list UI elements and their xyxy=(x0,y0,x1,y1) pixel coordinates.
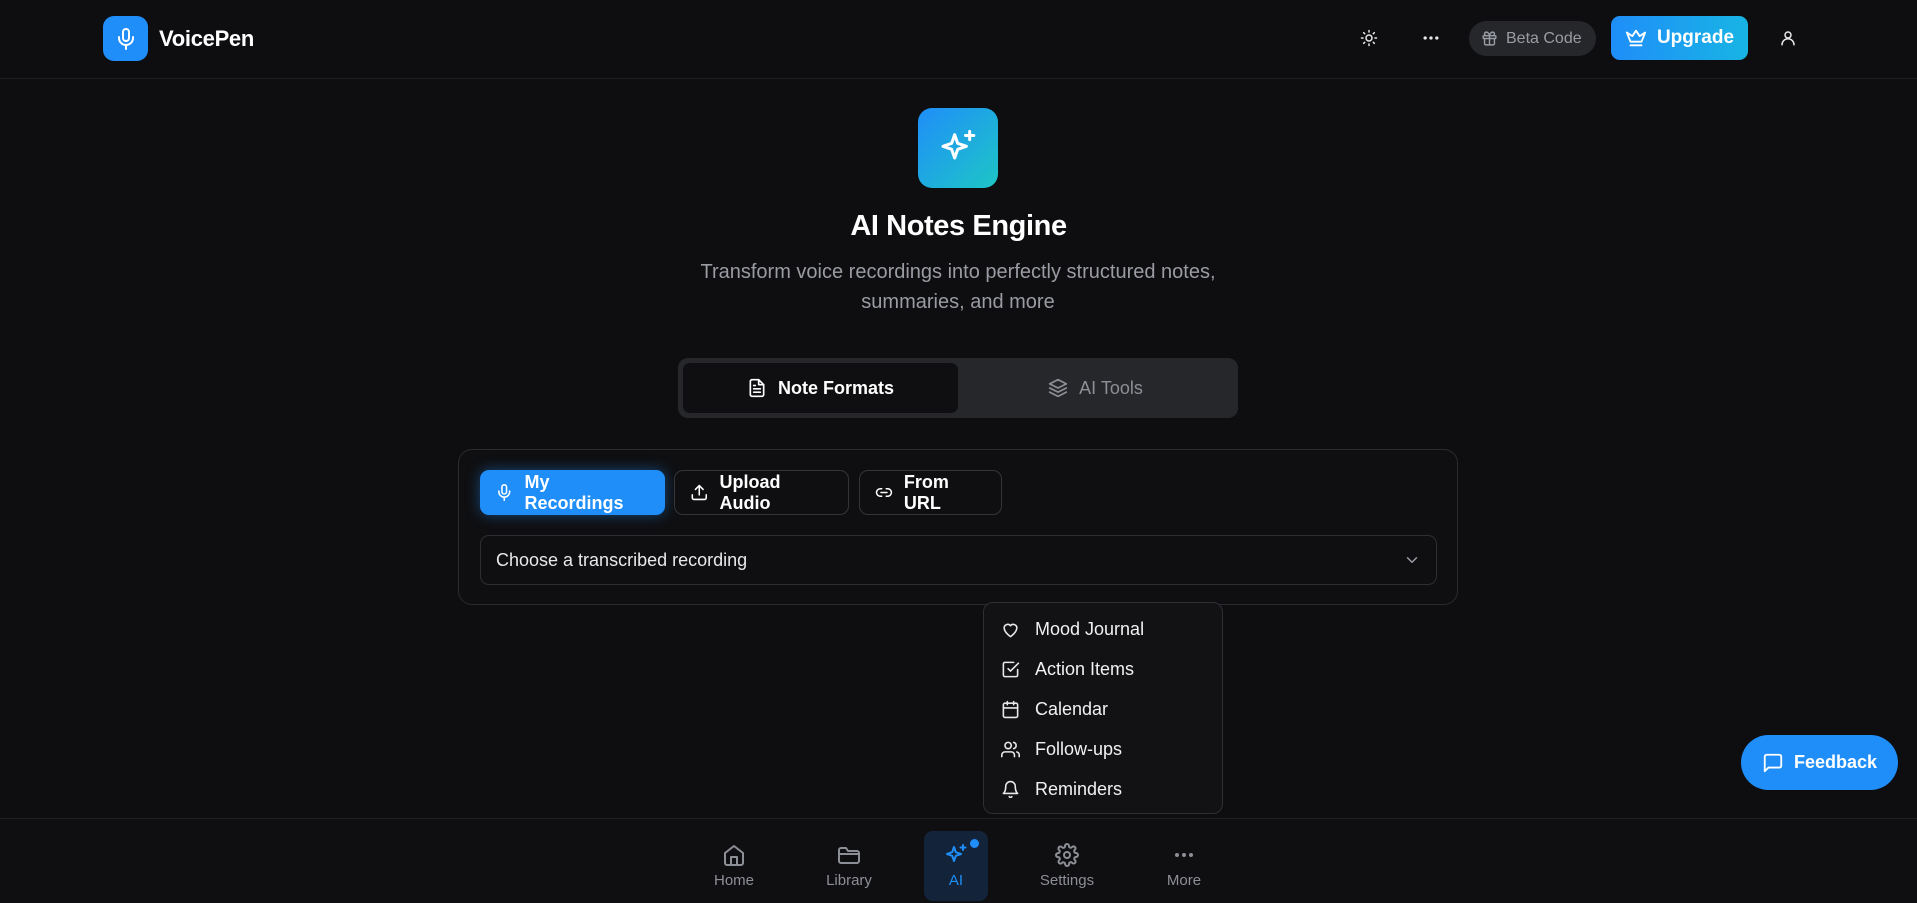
folder-icon xyxy=(838,847,860,864)
microphone-icon xyxy=(103,16,148,61)
source-label: My Recordings xyxy=(524,471,624,513)
menu-item-label: Reminders xyxy=(1035,778,1123,799)
tab-note-formats[interactable]: Note Formats xyxy=(683,363,958,413)
more-horizontal-icon xyxy=(1423,36,1439,40)
upgrade-label: Upgrade xyxy=(1656,27,1735,48)
upload-icon xyxy=(691,484,707,501)
ai-sparkles-badge xyxy=(918,108,998,188)
page-title: AI Notes Engine xyxy=(850,210,1067,242)
users-icon xyxy=(1001,741,1020,757)
source-label: Upload Audio xyxy=(719,471,781,513)
menu-item-follow-ups[interactable]: Follow-ups xyxy=(984,729,1222,769)
menu-item-label: Follow-ups xyxy=(1035,738,1123,759)
source-label: From URL xyxy=(903,471,949,513)
nav-ai[interactable]: AI xyxy=(924,831,988,901)
gear-icon xyxy=(1055,843,1079,867)
gift-icon xyxy=(1482,31,1497,46)
calendar-icon xyxy=(1002,700,1019,718)
microphone-icon xyxy=(498,484,511,501)
bottom-nav: Home Library AI Settings More xyxy=(0,818,1917,903)
recording-select-placeholder: Choose a transcribed recording xyxy=(496,549,748,570)
tab-label: AI Tools xyxy=(1079,377,1143,398)
nav-settings[interactable]: Settings xyxy=(1032,831,1102,901)
user-icon xyxy=(1781,31,1795,46)
sparkles-icon xyxy=(946,844,967,862)
menu-item-mood-journal[interactable]: Mood Journal xyxy=(984,609,1222,649)
more-options-button[interactable] xyxy=(1418,25,1444,51)
upload-audio-button[interactable]: Upload Audio xyxy=(674,470,849,515)
bell-icon xyxy=(1002,780,1019,798)
tab-label: Note Formats xyxy=(777,377,894,398)
nav-label: Settings xyxy=(1039,872,1095,889)
layers-icon xyxy=(1048,378,1068,398)
crown-icon xyxy=(1625,29,1647,47)
tab-ai-tools[interactable]: AI Tools xyxy=(958,363,1233,413)
nav-label: More xyxy=(1166,872,1202,889)
upgrade-button[interactable]: Upgrade xyxy=(1611,16,1748,60)
menu-item-calendar[interactable]: Calendar xyxy=(984,689,1222,729)
beta-code-label: Beta Code xyxy=(1506,29,1582,47)
app-logo[interactable]: VoicePen xyxy=(103,16,254,61)
nav-home[interactable]: Home xyxy=(704,831,764,901)
menu-item-reminders[interactable]: Reminders xyxy=(984,769,1222,809)
top-header: VoicePen Beta Code Upgrade xyxy=(0,0,1917,79)
menu-item-label: Mood Journal xyxy=(1035,618,1145,639)
chevron-down-icon xyxy=(1406,557,1418,563)
from-url-button[interactable]: From URL xyxy=(859,470,1002,515)
checkbox-icon xyxy=(1002,661,1020,677)
recording-select[interactable]: Choose a transcribed recording xyxy=(480,535,1437,585)
profile-button[interactable] xyxy=(1775,25,1801,51)
sparkles-icon xyxy=(941,129,976,160)
app-name: VoicePen xyxy=(159,25,255,51)
beta-code-button[interactable]: Beta Code xyxy=(1469,21,1596,56)
home-icon xyxy=(724,845,744,866)
more-icon xyxy=(1175,853,1193,857)
mode-tabs: Note Formats AI Tools xyxy=(678,358,1238,418)
heart-icon xyxy=(1003,623,1018,637)
link-icon xyxy=(875,488,893,497)
menu-item-label: Calendar xyxy=(1035,698,1109,719)
notification-dot xyxy=(970,839,979,848)
nav-more[interactable]: More xyxy=(1154,831,1214,901)
nav-library[interactable]: Library xyxy=(814,831,884,901)
page-subtitle: Transform voice recordings into perfectl… xyxy=(700,261,1216,313)
theme-toggle-button[interactable] xyxy=(1356,25,1382,51)
message-icon xyxy=(1763,753,1783,772)
nav-label: Home xyxy=(713,872,754,889)
note-format-menu: Mood Journal Action Items Calendar Follo… xyxy=(983,602,1223,814)
document-icon xyxy=(749,378,765,398)
menu-item-action-items[interactable]: Action Items xyxy=(984,649,1222,689)
sun-icon xyxy=(1360,29,1378,47)
menu-item-label: Action Items xyxy=(1035,658,1135,679)
feedback-label: Feedback xyxy=(1793,752,1878,772)
nav-label: AI xyxy=(948,872,964,889)
source-card: My Recordings Upload Audio From URL Choo… xyxy=(458,449,1458,605)
my-recordings-button[interactable]: My Recordings xyxy=(480,470,665,515)
nav-label: Library xyxy=(826,872,872,889)
feedback-button[interactable]: Feedback xyxy=(1741,735,1898,790)
